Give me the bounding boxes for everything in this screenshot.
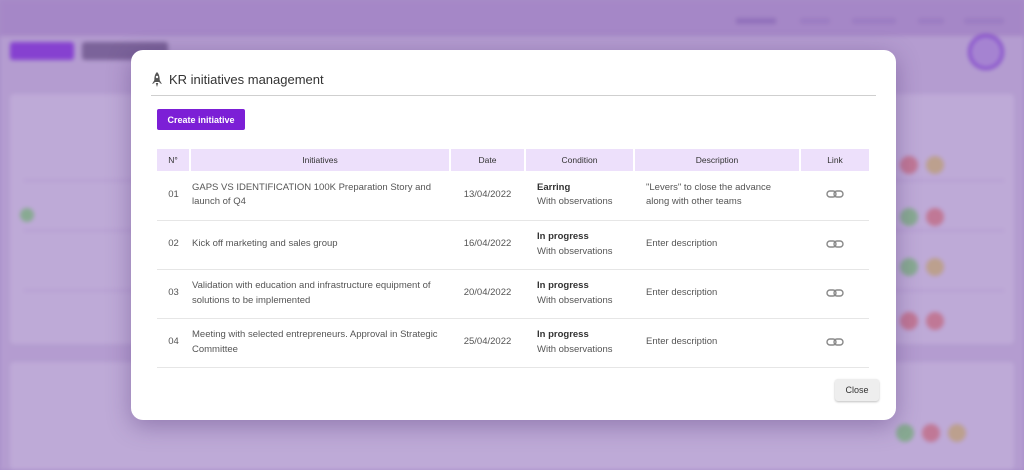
row-description[interactable]: Enter description xyxy=(634,318,800,368)
condition-note: With observations xyxy=(537,343,613,355)
condition-status: In progress xyxy=(537,280,589,291)
table-row: 04 Meeting with selected entrepreneurs. … xyxy=(157,318,869,368)
row-initiative: GAPS VS IDENTIFICATION 100K Preparation … xyxy=(190,171,450,221)
table-row: 02 Kick off marketing and sales group 16… xyxy=(157,220,869,270)
row-condition: In progress With observations xyxy=(525,318,634,368)
row-date: 16/04/2022 xyxy=(450,220,525,270)
row-initiative: Meeting with selected entrepreneurs. App… xyxy=(190,318,450,368)
row-date: 13/04/2022 xyxy=(450,171,525,221)
modal-header: KR initiatives management xyxy=(151,70,876,96)
row-description[interactable]: Enter description xyxy=(634,220,800,270)
column-header-description: Description xyxy=(634,149,801,171)
rocket-icon xyxy=(152,72,162,87)
close-button[interactable]: Close xyxy=(835,379,879,401)
condition-status: In progress xyxy=(537,231,589,242)
row-link xyxy=(800,318,869,368)
condition-note: With observations xyxy=(537,294,613,306)
row-number: 04 xyxy=(157,318,190,368)
row-link xyxy=(800,269,869,319)
table-row: 03 Validation with education and infrast… xyxy=(157,269,869,319)
row-initiative: Validation with education and infrastruc… xyxy=(190,269,450,319)
modal-title: KR initiatives management xyxy=(169,72,324,87)
row-link xyxy=(800,220,869,270)
initiatives-table: N° Initiatives Date Condition Descriptio… xyxy=(157,149,869,368)
condition-status: Earring xyxy=(537,181,571,193)
condition-note: With observations xyxy=(537,245,613,257)
condition-note: With observations xyxy=(537,196,613,208)
row-description[interactable]: "Levers" to close the advance along with… xyxy=(634,171,800,221)
row-date: 25/04/2022 xyxy=(450,318,525,368)
column-header-date: Date xyxy=(450,149,526,171)
column-header-condition: Condition xyxy=(525,149,635,171)
row-number: 01 xyxy=(157,171,190,221)
row-date: 20/04/2022 xyxy=(450,269,525,319)
kr-initiatives-modal: KR initiatives management Create initiat… xyxy=(131,50,896,420)
table-header-row: N° Initiatives Date Condition Descriptio… xyxy=(157,149,869,171)
row-number: 02 xyxy=(157,220,190,270)
row-description[interactable]: Enter description xyxy=(634,269,800,319)
link-chain-icon[interactable] xyxy=(825,288,844,298)
link-chain-icon[interactable] xyxy=(825,337,844,347)
link-chain-icon[interactable] xyxy=(825,239,844,249)
create-initiative-button[interactable]: Create initiative xyxy=(157,109,245,130)
table-row: 01 GAPS VS IDENTIFICATION 100K Preparati… xyxy=(157,171,869,221)
row-link xyxy=(800,171,869,221)
column-header-link: Link xyxy=(800,149,869,171)
row-condition: In progress With observations xyxy=(525,269,634,319)
column-header-number: N° xyxy=(157,149,191,171)
link-chain-icon[interactable] xyxy=(825,189,844,199)
row-condition: In progress With observations xyxy=(525,220,634,270)
row-number: 03 xyxy=(157,269,190,319)
condition-status: In progress xyxy=(537,329,589,340)
column-header-initiatives: Initiatives xyxy=(190,149,451,171)
row-condition: Earring With observations xyxy=(525,171,634,221)
row-initiative: Kick off marketing and sales group xyxy=(190,220,450,270)
